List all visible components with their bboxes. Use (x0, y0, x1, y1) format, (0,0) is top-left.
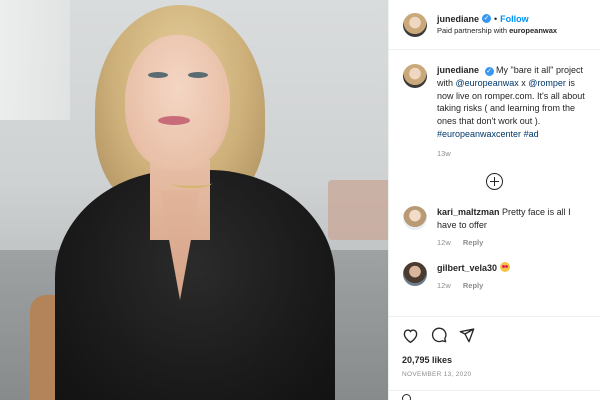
author-avatar[interactable] (403, 12, 427, 37)
reply-button[interactable]: Reply (463, 281, 483, 290)
post-header: junediane ✓ • Follow Paid partnership wi… (389, 0, 600, 50)
caption-author-avatar[interactable] (403, 64, 427, 88)
photo-necklace (172, 178, 212, 188)
load-more-comments (403, 173, 586, 191)
like-count[interactable]: 20,795 likes (402, 355, 586, 365)
action-icons (402, 325, 586, 345)
hashtag-europeanwaxcenter[interactable]: #europeanwaxcenter (437, 129, 521, 139)
partner-link[interactable]: europeanwax (509, 26, 557, 35)
photo-eye-right (188, 72, 208, 78)
reply-button[interactable]: Reply (463, 238, 483, 247)
commenter-username[interactable]: kari_maltzman (437, 207, 500, 217)
caption-text-2: x (521, 77, 526, 88)
share-icon[interactable] (459, 327, 475, 343)
verified-badge-icon: ✓ (484, 67, 494, 76)
hashtag-ad[interactable]: #ad (524, 129, 539, 139)
load-more-plus-icon[interactable] (486, 173, 503, 191)
follow-button[interactable]: Follow (500, 14, 529, 25)
photo-window (0, 0, 70, 120)
comment-timestamp[interactable]: 12w (437, 281, 451, 290)
commenter-avatar[interactable] (403, 206, 427, 231)
photo-eye-left (148, 72, 168, 78)
commenter-avatar[interactable] (403, 262, 427, 287)
comment-item: gilbert_vela30 12w Reply (403, 262, 586, 291)
comment-body: kari_maltzman Pretty face is all I have … (437, 206, 586, 248)
caption: junediane ✓ My "bare it all" project wit… (403, 64, 586, 159)
mention-romper[interactable]: @romper (528, 78, 566, 88)
comment-timestamp[interactable]: 12w (437, 238, 451, 247)
header-text: junediane ✓ • Follow Paid partnership wi… (437, 14, 557, 36)
caption-timestamp[interactable]: 13w (437, 149, 586, 160)
mention-europeanwax[interactable]: @europeanwax (456, 78, 519, 88)
photo-background-chair (328, 180, 388, 240)
post-photo[interactable] (0, 0, 388, 400)
add-comment-bar (388, 390, 600, 400)
partnership-prefix: Paid partnership with (437, 26, 508, 36)
comment-meta: 12w Reply (437, 281, 586, 292)
photo-lips (158, 116, 190, 125)
post-actions: 20,795 likes NOVEMBER 13, 2020 (388, 316, 600, 378)
heart-icon[interactable] (402, 328, 419, 343)
commenter-username[interactable]: gilbert_vela30 (437, 263, 497, 273)
comment-meta: 12w Reply (437, 238, 586, 249)
caption-text: junediane ✓ My "bare it all" project wit… (437, 64, 586, 159)
comments-section: junediane ✓ My "bare it all" project wit… (389, 50, 600, 292)
author-username[interactable]: junediane (437, 14, 479, 25)
emoji-picker-icon[interactable] (402, 394, 411, 400)
heart-eyes-emoji-icon (499, 262, 510, 273)
caption-author[interactable]: junediane (437, 65, 479, 75)
separator-dot: • (494, 13, 498, 24)
photo-face (125, 35, 230, 170)
post-date: NOVEMBER 13, 2020 (402, 371, 472, 378)
comment-item: kari_maltzman Pretty face is all I have … (403, 206, 586, 248)
header-row: junediane ✓ • Follow (437, 14, 557, 25)
paid-partnership-line: Paid partnership with europeanwax (437, 26, 557, 35)
comment-body: gilbert_vela30 12w Reply (437, 262, 586, 291)
verified-badge-icon: ✓ (482, 14, 492, 24)
comment-icon[interactable] (431, 327, 447, 343)
